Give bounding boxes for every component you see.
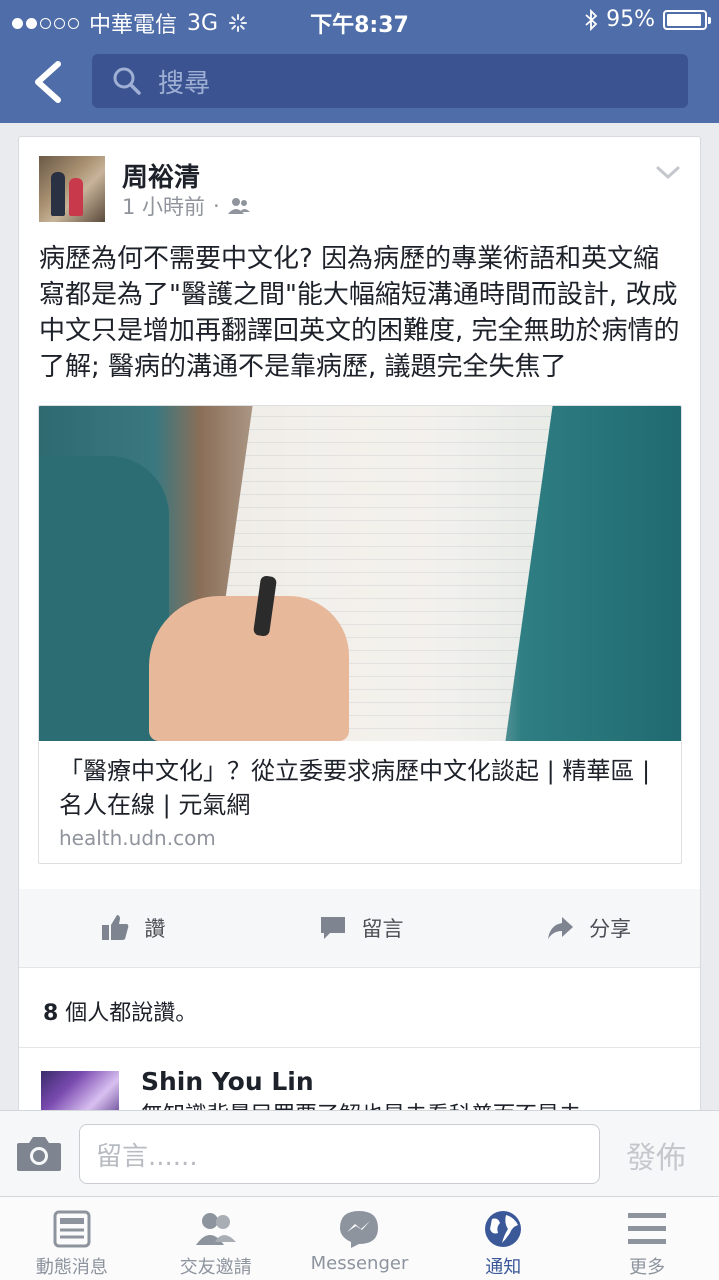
link-preview[interactable]: 「醫療中文化」？從立委要求病歷中文化談起 | 精華區 | 名人在線 | 元氣網 …	[38, 405, 682, 864]
link-domain: health.udn.com	[59, 826, 216, 850]
divider	[19, 967, 700, 968]
post-actions: 讚 留言 分享	[19, 889, 700, 967]
chevron-down-icon[interactable]	[656, 165, 680, 181]
share-button[interactable]: 分享	[474, 889, 700, 967]
search-input[interactable]: 搜尋	[92, 54, 688, 108]
likes-suffix: 個人都說讚。	[58, 1001, 198, 1026]
menu-icon	[628, 1213, 667, 1244]
navigation-bar: 中華電信 3G 下午8:37 95% 搜尋	[0, 0, 719, 123]
tab-news-feed[interactable]: 動態消息	[0, 1197, 144, 1280]
comment-button[interactable]: 留言	[247, 889, 475, 967]
post-meta: 1 小時前 ·	[122, 191, 250, 221]
author-name[interactable]: 周裕清	[122, 157, 200, 194]
battery-level	[667, 13, 702, 26]
comment-label: 留言	[361, 917, 404, 941]
battery-icon	[663, 9, 711, 30]
post-text: 病歷為何不需要中文化? 因為病歷的專業術語和英文縮寫都是為了"醫護之間"能大幅縮…	[39, 244, 680, 382]
meta-separator: ·	[213, 194, 220, 218]
likes-summary[interactable]: 8 個人都說讚。	[43, 995, 197, 1027]
tab-label: Messenger	[310, 1253, 409, 1274]
comment-composer: 留言...... 發佈	[0, 1110, 719, 1196]
back-arrow-icon[interactable]	[30, 60, 70, 104]
post-card: 周裕清 1 小時前 · 病歷為何不需要中文化? 因為病歷的專業術語和英文縮寫都是…	[18, 136, 701, 1126]
search-icon	[113, 67, 141, 95]
search-placeholder: 搜尋	[158, 68, 211, 99]
comment-placeholder: 留言......	[96, 1141, 198, 1172]
thumbs-up-icon	[102, 915, 129, 940]
tab-messenger[interactable]: Messenger	[288, 1197, 432, 1280]
tab-more[interactable]: 更多	[575, 1197, 719, 1280]
commenter-name[interactable]: Shin You Lin	[141, 1067, 314, 1096]
messenger-icon	[340, 1211, 379, 1248]
tab-label: 更多	[629, 1257, 666, 1278]
tab-friend-requests[interactable]: 交友邀請	[144, 1197, 288, 1280]
bluetooth-icon	[585, 8, 598, 31]
comment-bubble-icon	[320, 917, 345, 939]
share-label: 分享	[589, 917, 632, 941]
like-button[interactable]: 讚	[19, 889, 247, 967]
camera-icon[interactable]	[15, 1133, 63, 1173]
like-label: 讚	[144, 917, 166, 941]
globe-icon	[485, 1211, 522, 1247]
tab-label: 通知	[485, 1257, 522, 1278]
comment-input[interactable]: 留言......	[79, 1124, 600, 1184]
likes-count: 8	[43, 1001, 59, 1026]
link-image[interactable]	[39, 406, 681, 741]
friends-privacy-icon	[227, 198, 250, 214]
battery-percent: 95%	[606, 7, 655, 32]
tab-label: 動態消息	[35, 1257, 108, 1278]
news-feed-icon	[53, 1210, 91, 1248]
friends-icon	[195, 1213, 236, 1245]
status-bar: 中華電信 3G 下午8:37 95%	[0, 0, 719, 40]
author-avatar[interactable]	[39, 156, 105, 222]
post-timestamp[interactable]: 1 小時前	[122, 191, 205, 221]
link-title[interactable]: 「醫療中文化」？從立委要求病歷中文化談起 | 精華區 | 名人在線 | 元氣網	[59, 754, 663, 822]
share-arrow-icon	[548, 917, 574, 939]
tab-label: 交友邀請	[179, 1257, 252, 1278]
tab-notifications[interactable]: 通知	[431, 1197, 575, 1280]
post-comment-button[interactable]: 發佈	[626, 1133, 686, 1177]
divider	[19, 1047, 700, 1048]
tab-bar: 動態消息 交友邀請 Messenger 通知 更多	[0, 1196, 719, 1280]
